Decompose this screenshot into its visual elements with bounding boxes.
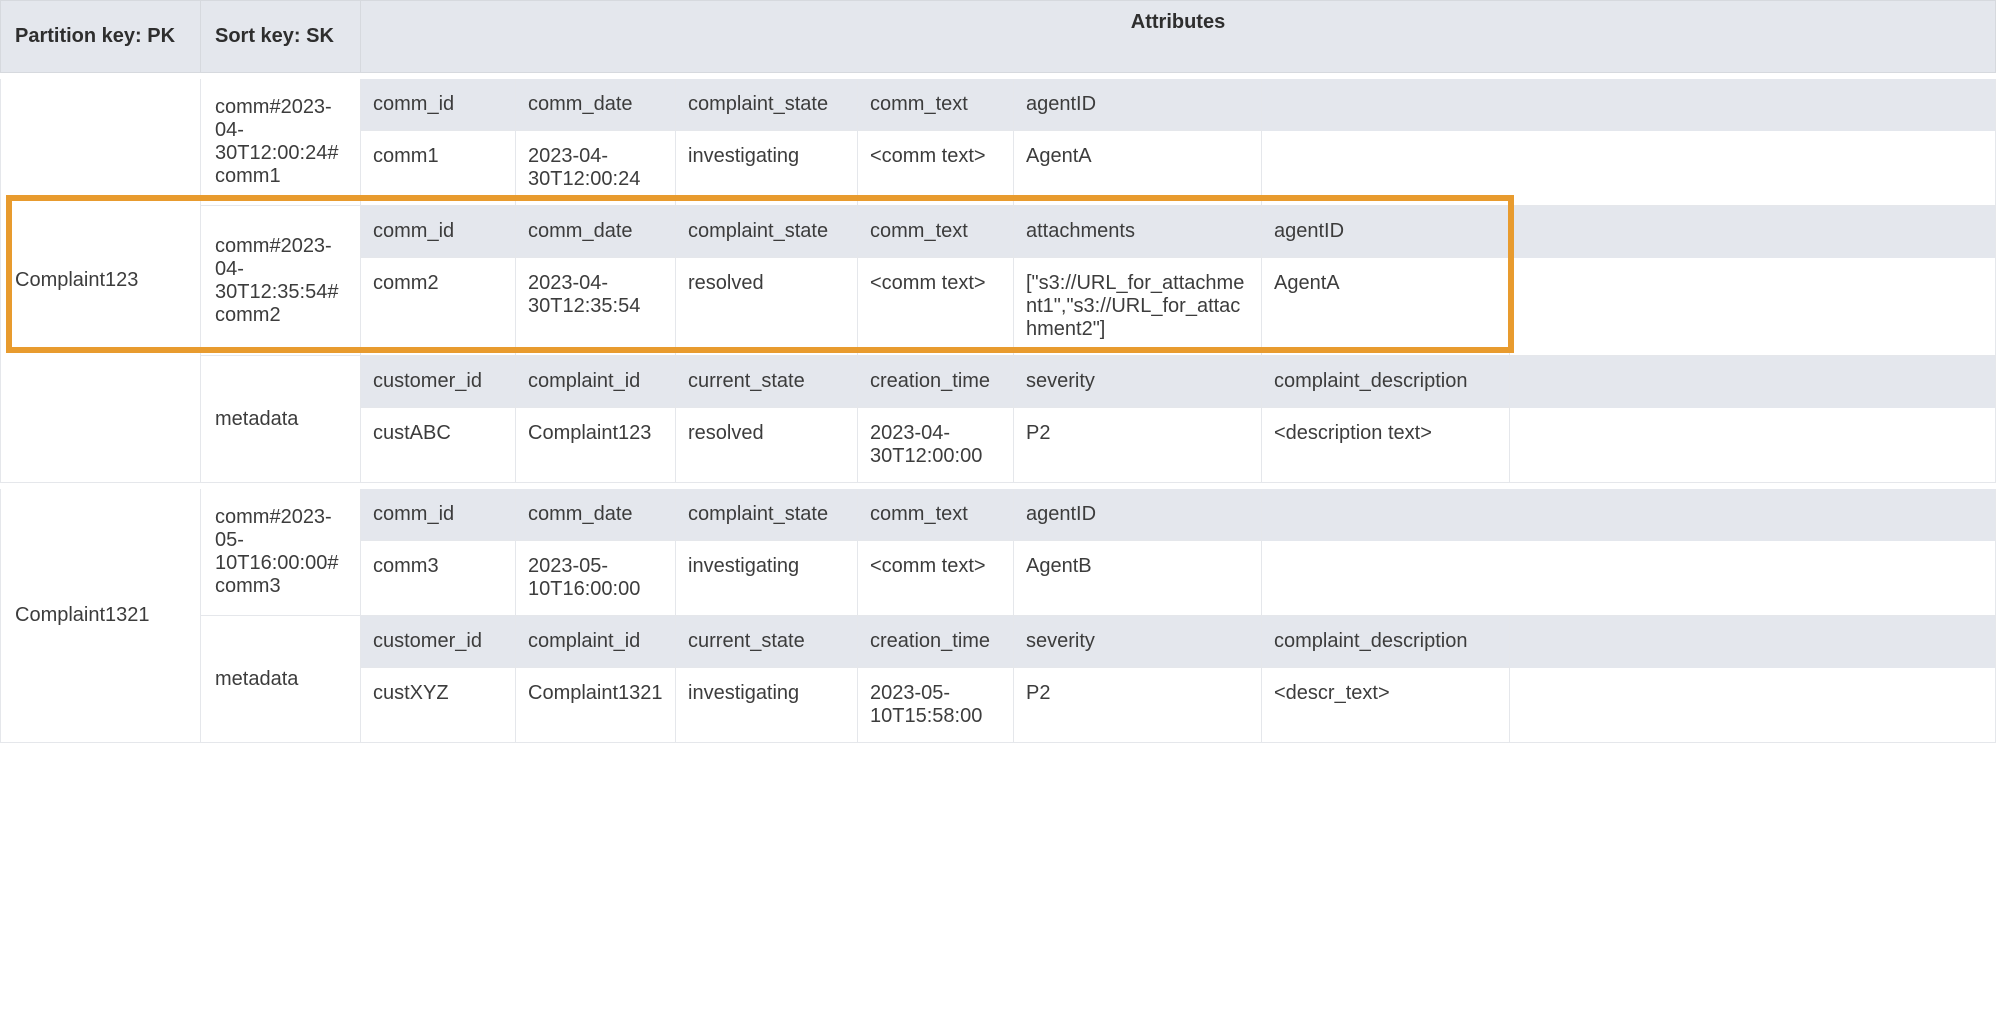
sort-key-cell: comm#2023-04-30T12:35:54#comm2 [201, 206, 361, 355]
sort-key-cell: metadata [201, 616, 361, 742]
attribute-value: Complaint123 [516, 408, 676, 482]
attribute-value: 2023-05-10T15:58:00 [858, 668, 1014, 742]
dynamodb-table: Partition key: PK Sort key: SK Attribute… [0, 0, 1996, 743]
partition-block: Complaint1321comm#2023-05-10T16:00:00#co… [0, 489, 1996, 743]
attribute-value: 2023-04-30T12:00:24 [516, 131, 676, 205]
attributes-zone: customer_idcomplaint_idcurrent_statecrea… [361, 356, 1995, 482]
attribute-value: AgentA [1014, 131, 1262, 205]
attribute-value: 2023-05-10T16:00:00 [516, 541, 676, 615]
attribute-header: current_state [676, 616, 858, 668]
attribute-header: agentID [1014, 79, 1262, 131]
attribute-header-row: comm_idcomm_datecomplaint_statecomm_text… [361, 206, 1995, 258]
partition-key-header: Partition key: PK [1, 1, 201, 72]
table-row: comm#2023-05-10T16:00:00#comm3comm_idcom… [201, 489, 1995, 616]
attribute-header-row: comm_idcomm_datecomplaint_statecomm_text… [361, 79, 1995, 131]
attribute-header: creation_time [858, 356, 1014, 408]
attribute-header: comm_id [361, 206, 516, 258]
attribute-value-row: comm32023-05-10T16:00:00investigating<co… [361, 541, 1995, 615]
attribute-header: complaint_id [516, 616, 676, 668]
attribute-value: custXYZ [361, 668, 516, 742]
attribute-header: comm_text [858, 79, 1014, 131]
sort-key-cell: comm#2023-05-10T16:00:00#comm3 [201, 489, 361, 615]
attribute-header: complaint_description [1262, 616, 1510, 668]
attribute-value: <descr_text> [1262, 668, 1510, 742]
table-row: metadatacustomer_idcomplaint_idcurrent_s… [201, 616, 1995, 742]
sort-key-cell: comm#2023-04-30T12:00:24#comm1 [201, 79, 361, 205]
attribute-header: comm_date [516, 79, 676, 131]
attribute-header: agentID [1262, 206, 1510, 258]
partition-block: Complaint123comm#2023-04-30T12:00:24#com… [0, 79, 1996, 483]
attribute-header: comm_id [361, 79, 516, 131]
attribute-value: comm2 [361, 258, 516, 355]
table-row: metadatacustomer_idcomplaint_idcurrent_s… [201, 356, 1995, 482]
attribute-header: comm_date [516, 206, 676, 258]
partitions-container: Complaint123comm#2023-04-30T12:00:24#com… [0, 79, 1996, 743]
attribute-value: custABC [361, 408, 516, 482]
sort-key-cell: metadata [201, 356, 361, 482]
attribute-value: Complaint1321 [516, 668, 676, 742]
attribute-header: comm_text [858, 489, 1014, 541]
attribute-header: current_state [676, 356, 858, 408]
attribute-header: comm_date [516, 489, 676, 541]
attribute-value: investigating [676, 668, 858, 742]
attribute-header: complaint_id [516, 356, 676, 408]
attributes-zone: comm_idcomm_datecomplaint_statecomm_text… [361, 206, 1995, 355]
attribute-value: <description text> [1262, 408, 1510, 482]
items-column: comm#2023-05-10T16:00:00#comm3comm_idcom… [201, 489, 1995, 742]
attribute-header: complaint_state [676, 79, 858, 131]
attribute-value: investigating [676, 131, 858, 205]
table-row: comm#2023-04-30T12:00:24#comm1comm_idcom… [201, 79, 1995, 206]
attribute-value: <comm text> [858, 541, 1014, 615]
attribute-header: comm_text [858, 206, 1014, 258]
attribute-value: ["s3://URL_for_attachment1","s3://URL_fo… [1014, 258, 1262, 355]
attribute-header: comm_id [361, 489, 516, 541]
attributes-zone: customer_idcomplaint_idcurrent_statecrea… [361, 616, 1995, 742]
attribute-value: P2 [1014, 408, 1262, 482]
attribute-value: P2 [1014, 668, 1262, 742]
attribute-header: agentID [1014, 489, 1262, 541]
partition-key-cell: Complaint123 [1, 79, 201, 482]
partition-key-cell: Complaint1321 [1, 489, 201, 742]
attribute-value: resolved [676, 408, 858, 482]
attribute-header: severity [1014, 616, 1262, 668]
attribute-value: comm3 [361, 541, 516, 615]
attribute-value: resolved [676, 258, 858, 355]
attribute-value-row: custABCComplaint123resolved2023-04-30T12… [361, 408, 1995, 482]
attribute-value: 2023-04-30T12:00:00 [858, 408, 1014, 482]
attribute-header: complaint_description [1262, 356, 1510, 408]
attribute-value-row: custXYZComplaint1321investigating2023-05… [361, 668, 1995, 742]
table-row: comm#2023-04-30T12:35:54#comm2comm_idcom… [201, 206, 1995, 356]
attributes-zone: comm_idcomm_datecomplaint_statecomm_text… [361, 79, 1995, 205]
attribute-value-row: comm22023-04-30T12:35:54resolved<comm te… [361, 258, 1995, 355]
attributes-zone: comm_idcomm_datecomplaint_statecomm_text… [361, 489, 1995, 615]
attributes-header: Attributes [361, 1, 1995, 72]
attribute-value: AgentB [1014, 541, 1262, 615]
attribute-value: <comm text> [858, 131, 1014, 205]
attribute-value: investigating [676, 541, 858, 615]
attribute-value: AgentA [1262, 258, 1510, 355]
attribute-header: attachments [1014, 206, 1262, 258]
attribute-header-row: customer_idcomplaint_idcurrent_statecrea… [361, 356, 1995, 408]
table-header-row: Partition key: PK Sort key: SK Attribute… [0, 0, 1996, 73]
attribute-header-row: comm_idcomm_datecomplaint_statecomm_text… [361, 489, 1995, 541]
attribute-header-row: customer_idcomplaint_idcurrent_statecrea… [361, 616, 1995, 668]
attribute-value: comm1 [361, 131, 516, 205]
attribute-header: customer_id [361, 616, 516, 668]
items-column: comm#2023-04-30T12:00:24#comm1comm_idcom… [201, 79, 1995, 482]
attribute-header: creation_time [858, 616, 1014, 668]
attribute-value: 2023-04-30T12:35:54 [516, 258, 676, 355]
attribute-header: severity [1014, 356, 1262, 408]
attribute-value-row: comm12023-04-30T12:00:24investigating<co… [361, 131, 1995, 205]
sort-key-header: Sort key: SK [201, 1, 361, 72]
attribute-header: complaint_state [676, 489, 858, 541]
attribute-value: <comm text> [858, 258, 1014, 355]
attribute-header: customer_id [361, 356, 516, 408]
attribute-header: complaint_state [676, 206, 858, 258]
